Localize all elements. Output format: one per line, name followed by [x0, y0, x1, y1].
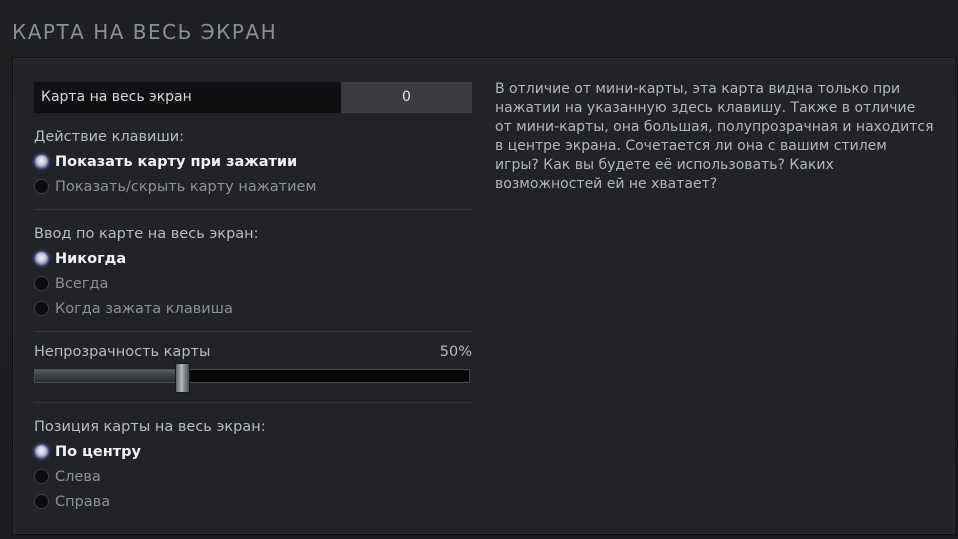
opacity-label: Непрозрачность карты [34, 344, 211, 360]
divider [34, 402, 472, 403]
opacity-header: Непрозрачность карты 50% [34, 344, 472, 360]
radio-option-label: Когда зажата клавиша [55, 300, 233, 317]
map-input-label: Ввод по карте на весь экран: [34, 226, 259, 242]
radio-unselected-icon [34, 469, 49, 484]
radio-option-center[interactable]: По центру [34, 439, 472, 464]
radio-selected-icon [34, 154, 49, 169]
divider [34, 209, 472, 210]
description-text: В отличие от мини-карты, эта карта видна… [495, 81, 934, 192]
opacity-value: 50% [439, 344, 472, 360]
key-action-radio-group: Показать карту при зажатии Показать/скры… [34, 149, 472, 199]
radio-option-toggle[interactable]: Показать/скрыть карту нажатием [34, 174, 472, 199]
radio-selected-icon [34, 444, 49, 459]
radio-option-right[interactable]: Справа [34, 489, 472, 514]
radio-option-label: Никогда [55, 250, 127, 267]
radio-selected-icon [34, 251, 49, 266]
opacity-slider[interactable] [34, 363, 470, 393]
radio-option-label: Показать карту при зажатии [55, 153, 298, 170]
keybind-key-button[interactable]: 0 [341, 82, 472, 113]
key-action-label: Действие клавиши: [34, 129, 185, 145]
opacity-slider-fill [35, 370, 183, 382]
radio-unselected-icon [34, 276, 49, 291]
radio-option-label: По центру [55, 443, 141, 460]
settings-panel: Карта на весь экран 0 Действие клавиши: … [12, 57, 956, 535]
radio-option-never[interactable]: Никогда [34, 246, 472, 271]
settings-column: Карта на весь экран 0 Действие клавиши: … [34, 82, 472, 514]
radio-option-always[interactable]: Всегда [34, 271, 472, 296]
radio-option-left[interactable]: Слева [34, 464, 472, 489]
position-radio-group: По центру Слева Справа [34, 439, 472, 514]
radio-option-hold[interactable]: Показать карту при зажатии [34, 149, 472, 174]
settings-page: КАРТА НА ВЕСЬ ЭКРАН Карта на весь экран … [0, 0, 958, 539]
radio-option-key-held[interactable]: Когда зажата клавиша [34, 296, 472, 321]
map-input-radio-group: Никогда Всегда Когда зажата клавиша [34, 246, 472, 321]
radio-unselected-icon [34, 301, 49, 316]
radio-unselected-icon [34, 179, 49, 194]
radio-option-label: Показать/скрыть карту нажатием [55, 178, 317, 195]
radio-option-label: Справа [55, 493, 111, 510]
divider [34, 331, 472, 332]
radio-option-label: Всегда [55, 275, 109, 292]
page-title: КАРТА НА ВЕСЬ ЭКРАН [12, 20, 278, 44]
radio-unselected-icon [34, 494, 49, 509]
radio-option-label: Слева [55, 468, 101, 485]
keybind-label: Карта на весь экран [34, 82, 341, 113]
keybind-row: Карта на весь экран 0 [34, 82, 472, 113]
position-label: Позиция карты на весь экран: [34, 419, 266, 435]
opacity-slider-thumb[interactable] [174, 363, 190, 393]
